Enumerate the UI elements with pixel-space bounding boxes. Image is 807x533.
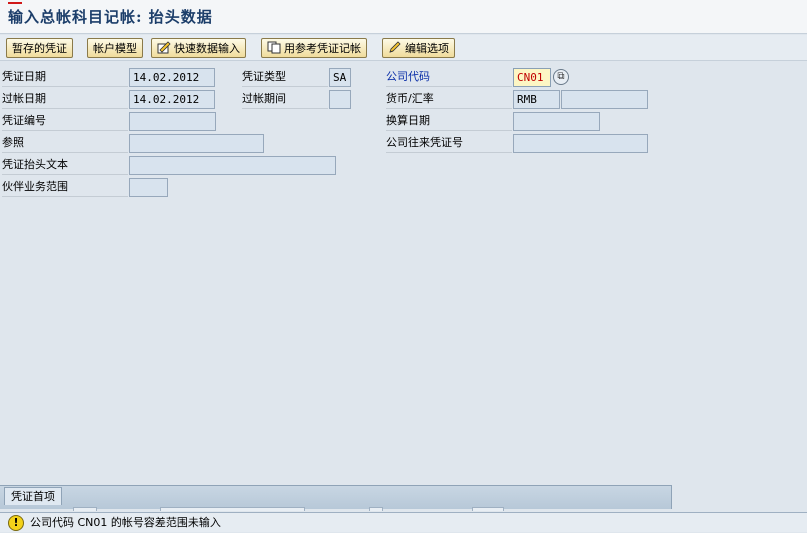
edit-options-label: 编辑选项 bbox=[405, 41, 449, 55]
account-model-button[interactable]: 帐户模型 bbox=[87, 38, 143, 58]
exchange-rate-field[interactable] bbox=[561, 90, 648, 109]
line-item-stub bbox=[369, 507, 383, 511]
line-item-stub bbox=[73, 507, 97, 511]
translation-date-label: 换算日期 bbox=[386, 111, 512, 131]
document-number-field[interactable] bbox=[129, 112, 216, 131]
posting-period-field[interactable] bbox=[329, 90, 351, 109]
header-form: 凭证日期 14.02.2012 凭证类型 SA 公司代码 CN01 ⧉ 过帐日期… bbox=[0, 62, 807, 485]
cross-company-number-field[interactable] bbox=[513, 134, 648, 153]
reference-label: 参照 bbox=[2, 133, 128, 153]
translation-date-field[interactable] bbox=[513, 112, 600, 131]
page-title: 输入总帐科目记帐: 抬头数据 bbox=[8, 8, 213, 26]
pencil-icon bbox=[388, 40, 402, 54]
document-date-label: 凭证日期 bbox=[2, 67, 128, 87]
title-bar: 输入总帐科目记帐: 抬头数据 bbox=[0, 0, 807, 34]
line-item-stub bbox=[472, 507, 504, 511]
post-with-reference-button[interactable]: 用参考凭证记帐 bbox=[261, 38, 367, 58]
document-type-field[interactable]: SA bbox=[329, 68, 351, 87]
application-toolbar: 暂存的凭证 帐户模型 快速数据输入 用参考凭证记帐 编辑选项 bbox=[0, 35, 807, 61]
tab-first-line-item[interactable]: 凭证首项 bbox=[4, 487, 62, 505]
currency-field[interactable]: RMB bbox=[513, 90, 560, 109]
company-code-field[interactable]: CN01 bbox=[513, 68, 551, 87]
posting-date-label: 过帐日期 bbox=[2, 89, 128, 109]
partner-business-area-label: 伙伴业务范围 bbox=[2, 177, 128, 197]
company-code-label: 公司代码 bbox=[386, 67, 512, 87]
fast-entry-label: 快速数据输入 bbox=[174, 41, 240, 55]
currency-rate-label: 货币/汇率 bbox=[386, 89, 512, 109]
posting-date-field[interactable]: 14.02.2012 bbox=[129, 90, 215, 109]
title-mark bbox=[8, 2, 22, 4]
fast-entry-icon bbox=[157, 40, 171, 54]
copy-document-icon bbox=[267, 41, 281, 54]
document-type-label: 凭证类型 bbox=[242, 67, 328, 87]
status-bar: ! 公司代码 CN01 的帐号容差范围未输入 bbox=[0, 512, 807, 532]
document-date-field[interactable]: 14.02.2012 bbox=[129, 68, 215, 87]
header-text-field[interactable] bbox=[129, 156, 336, 175]
document-number-label: 凭证编号 bbox=[2, 111, 128, 131]
held-document-button[interactable]: 暂存的凭证 bbox=[6, 38, 73, 58]
partner-business-area-field[interactable] bbox=[129, 178, 168, 197]
post-with-reference-label: 用参考凭证记帐 bbox=[284, 41, 361, 55]
reference-field[interactable] bbox=[129, 134, 264, 153]
first-line-item-tab-strip: 凭证首项 bbox=[0, 485, 672, 511]
edit-options-button[interactable]: 编辑选项 bbox=[382, 38, 455, 58]
held-document-label: 暂存的凭证 bbox=[12, 41, 67, 55]
account-model-label: 帐户模型 bbox=[93, 41, 137, 55]
search-help-icon[interactable]: ⧉ bbox=[553, 69, 569, 85]
fast-entry-button[interactable]: 快速数据输入 bbox=[151, 38, 246, 58]
header-text-label: 凭证抬头文本 bbox=[2, 155, 128, 175]
warning-icon: ! bbox=[8, 515, 24, 531]
status-message[interactable]: 公司代码 CN01 的帐号容差范围未输入 bbox=[30, 513, 221, 533]
posting-period-label: 过帐期间 bbox=[242, 89, 328, 109]
cross-company-number-label: 公司往来凭证号 bbox=[386, 133, 512, 153]
line-item-stub bbox=[160, 507, 305, 511]
